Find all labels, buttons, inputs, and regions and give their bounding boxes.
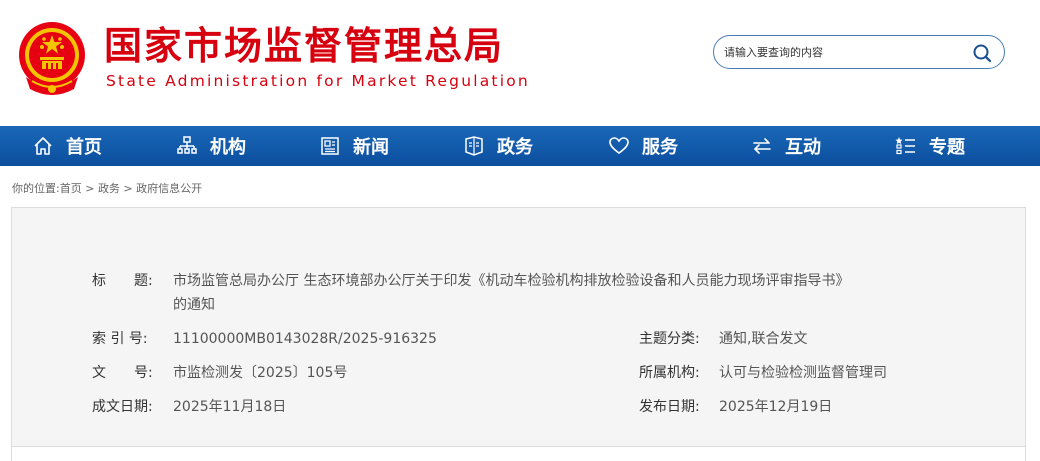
content-area xyxy=(11,447,1026,461)
search-box xyxy=(713,35,1005,69)
agency-value: 认可与检验检测监督管理司 xyxy=(719,365,887,381)
nav-label: 专题 xyxy=(929,137,965,158)
nav-label: 首页 xyxy=(66,137,102,158)
written-date-label: 成文日期: xyxy=(92,399,153,415)
index-value: 11100000MB0143028R/2025-916325 xyxy=(173,331,437,347)
written-date-value: 2025年11月18日 xyxy=(173,399,287,415)
exchange-arrows-icon xyxy=(753,138,771,154)
nav-item-institutions[interactable]: 机构 xyxy=(176,126,246,166)
breadcrumb: 你的位置:首页 > 政务 > 政府信息公开 xyxy=(12,181,202,197)
nav-item-services[interactable]: 服务 xyxy=(608,126,678,166)
breadcrumb-prefix: 你的位置: xyxy=(12,182,60,195)
breadcrumb-separator: > xyxy=(119,182,137,195)
nav-label: 新闻 xyxy=(353,137,389,158)
nav-label: 政务 xyxy=(497,137,533,158)
search-input[interactable] xyxy=(724,42,964,62)
title-value-line2: 的通知 xyxy=(173,297,215,313)
national-emblem-icon xyxy=(19,22,85,95)
government-affairs-icon xyxy=(465,136,483,156)
publish-date-label: 发布日期: xyxy=(639,399,700,415)
nav-label: 互动 xyxy=(785,137,821,158)
breadcrumb-item-government-affairs[interactable]: 政务 xyxy=(98,182,120,195)
newspaper-icon xyxy=(321,137,339,155)
docno-value: 市监检测发〔2025〕105号 xyxy=(173,365,348,381)
nav-label: 服务 xyxy=(642,137,678,158)
site-logo-cn[interactable]: 国家市场监督管理总局 xyxy=(104,24,504,68)
topic-value: 通知,联合发文 xyxy=(719,331,808,347)
index-label: 索 引 号: xyxy=(92,331,148,347)
nav-item-topics[interactable]: 专题 xyxy=(895,126,965,166)
document-info-panel: 标 题: 市场监管总局办公厅 生态环境部办公厅关于印发《机动车检验机构排放检验设… xyxy=(11,207,1026,447)
publish-date-value: 2025年12月19日 xyxy=(719,399,833,415)
search-icon[interactable] xyxy=(972,43,992,63)
org-chart-icon xyxy=(177,136,197,154)
nav-item-news[interactable]: 新闻 xyxy=(319,126,389,166)
breadcrumb-item-home[interactable]: 首页 xyxy=(60,182,82,195)
heart-icon xyxy=(609,137,629,154)
site-header: 国家市场监督管理总局 State Administration for Mark… xyxy=(0,0,1040,126)
breadcrumb-separator: > xyxy=(81,182,98,195)
nav-label: 机构 xyxy=(210,137,246,158)
site-logo-en: State Administration for Market Regulati… xyxy=(106,72,530,90)
title-label: 标 题: xyxy=(92,273,153,289)
topic-label: 主题分类: xyxy=(639,331,700,347)
topic-list-icon xyxy=(895,137,915,155)
title-value-line1: 市场监管总局办公厅 生态环境部办公厅关于印发《机动车检验机构排放检验设备和人员能… xyxy=(173,273,850,289)
agency-label: 所属机构: xyxy=(639,365,700,381)
breadcrumb-item-info-disclosure[interactable]: 政府信息公开 xyxy=(136,182,202,195)
nav-item-home[interactable]: 首页 xyxy=(32,126,102,166)
home-icon xyxy=(34,137,52,155)
nav-item-government-affairs[interactable]: 政务 xyxy=(463,126,533,166)
main-nav: 首页 机构 新闻 政务 服务 互动 专题 xyxy=(0,126,1040,166)
nav-item-interaction[interactable]: 互动 xyxy=(751,126,821,166)
docno-label: 文 号: xyxy=(92,365,153,381)
